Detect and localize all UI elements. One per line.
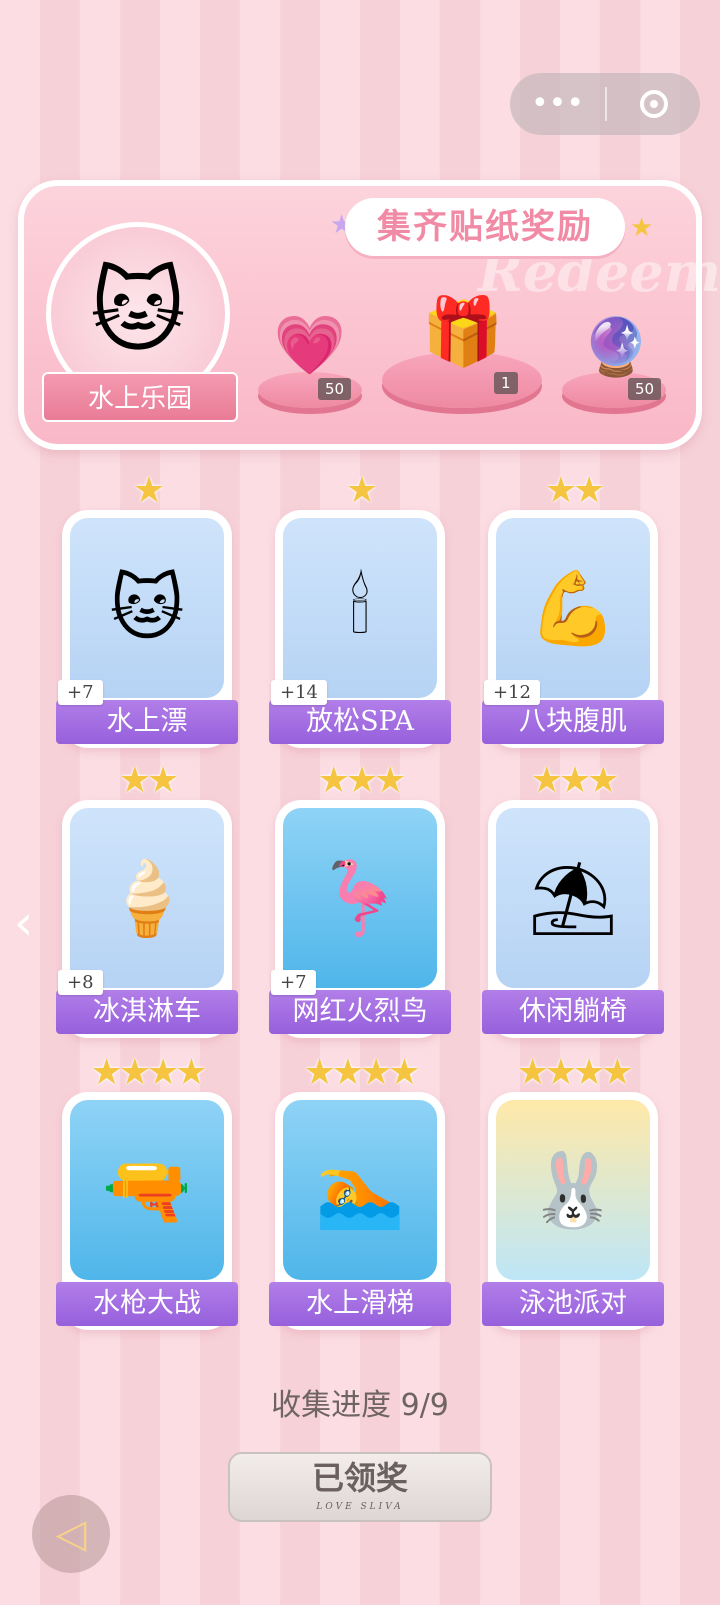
sticker-art: 🍦 xyxy=(70,808,224,988)
sticker-bonus: +8 xyxy=(58,970,103,995)
claimed-button-sub: LOVE SLIVA xyxy=(316,1502,404,1512)
rarity-stars-icon: ★ xyxy=(345,470,378,511)
sticker-name: 水上滑梯 xyxy=(269,1282,451,1326)
rarity-stars-icon: ★ xyxy=(132,470,165,511)
reward-count: 50 xyxy=(318,378,352,400)
claimed-button-label: 已领奖 xyxy=(311,1459,408,1497)
sticker-name: 冰淇淋车 xyxy=(56,990,238,1034)
sticker-art: 🐱 xyxy=(70,518,224,698)
gift-box-icon: 🎁 xyxy=(421,293,505,370)
sticker-bonus: +14 xyxy=(271,680,327,705)
lightning-orb-icon: 🔮 xyxy=(581,315,651,380)
sticker-art: 🔫 xyxy=(70,1100,224,1280)
rarity-stars-icon: ★★ xyxy=(544,470,606,511)
sticker-card[interactable]: ★★ 💪 +12 八块腹肌 xyxy=(482,470,664,748)
sticker-card[interactable]: ★ 🕯 +14 放松SPA xyxy=(269,470,451,748)
target-icon xyxy=(639,90,668,118)
sticker-name: 水上漂 xyxy=(56,700,238,744)
back-button[interactable]: ◁ xyxy=(32,1495,110,1573)
sticker-art: 🐰 xyxy=(496,1100,650,1280)
sticker-name: 水枪大战 xyxy=(56,1282,238,1326)
claimed-button[interactable]: 已领奖 LOVE SLIVA xyxy=(228,1452,492,1522)
sticker-art: 🕯 xyxy=(283,518,437,698)
sticker-name: 放松SPA xyxy=(269,700,451,744)
collection-progress: 收集进度 9/9 xyxy=(271,1388,449,1423)
rarity-stars-icon: ★★★ xyxy=(317,760,407,801)
sticker-card[interactable]: ★★★★ 🔫 水枪大战 xyxy=(56,1052,238,1330)
sticker-card[interactable]: ★★★ 🦩 +7 网红火烈鸟 xyxy=(269,760,451,1038)
sticker-card[interactable]: ★★ 🍦 +8 冰淇淋车 xyxy=(56,760,238,1038)
sticker-card[interactable]: ★★★★ 🏊 水上滑梯 xyxy=(269,1052,451,1330)
sticker-name: 休闲躺椅 xyxy=(482,990,664,1034)
sticker-name: 八块腹肌 xyxy=(482,700,664,744)
sticker-bonus: +7 xyxy=(58,680,103,705)
reward-count: 50 xyxy=(628,378,662,400)
reward-count: 1 xyxy=(494,372,518,394)
sticker-art: 💪 xyxy=(496,518,650,698)
sticker-bonus: +12 xyxy=(484,680,540,705)
rarity-stars-icon: ★★★ xyxy=(530,760,620,801)
chevron-left-icon[interactable]: ‹ xyxy=(14,895,33,951)
heart-gem-icon: 💗 xyxy=(273,310,347,379)
star-decoration-icon: ★ xyxy=(630,213,654,243)
sticker-name: 泳池派对 xyxy=(482,1282,664,1326)
sticker-art: 🦩 xyxy=(283,808,437,988)
sticker-card[interactable]: ★ 🐱 +7 水上漂 xyxy=(56,470,238,748)
sticker-art: 🏊 xyxy=(283,1100,437,1280)
more-menu-button[interactable]: ••• xyxy=(510,73,605,135)
mini-program-capsule: ••• xyxy=(510,73,700,135)
sticker-bonus: +7 xyxy=(271,970,316,995)
sticker-art: ⛱ xyxy=(496,808,650,988)
sticker-name: 网红火烈鸟 xyxy=(269,990,451,1034)
sticker-card[interactable]: ★★★ ⛱ 休闲躺椅 xyxy=(482,760,664,1038)
theme-name: 水上乐园 xyxy=(42,372,238,422)
sticker-card[interactable]: ★★★★ 🐰 泳池派对 xyxy=(482,1052,664,1330)
rarity-stars-icon: ★★★★ xyxy=(516,1052,633,1093)
rarity-stars-icon: ★★ xyxy=(118,760,180,801)
rarity-stars-icon: ★★★★ xyxy=(90,1052,207,1093)
close-program-button[interactable] xyxy=(607,90,700,118)
rarity-stars-icon: ★★★★ xyxy=(303,1052,420,1093)
banner-title: 集齐贴纸奖励 xyxy=(345,198,625,256)
